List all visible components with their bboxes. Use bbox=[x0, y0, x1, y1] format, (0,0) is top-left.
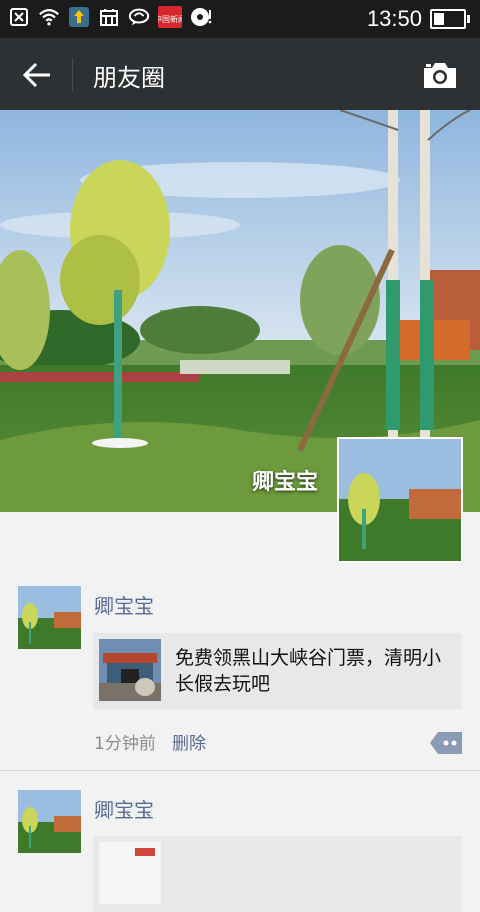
avatar[interactable] bbox=[18, 790, 81, 853]
battery-fill bbox=[434, 13, 444, 25]
post-author-name[interactable]: 卿宝宝 bbox=[94, 590, 154, 619]
post-author-name[interactable]: 卿宝宝 bbox=[94, 794, 154, 823]
back-arrow-icon[interactable] bbox=[20, 58, 54, 92]
shared-link-card[interactable]: 免费领黑山大峡谷门票，清明小长假去玩吧 bbox=[93, 633, 462, 709]
news-badge-text: 中国新闻 bbox=[158, 14, 182, 24]
shared-link-thumbnail bbox=[99, 842, 161, 904]
cover-avatar[interactable] bbox=[337, 437, 463, 563]
nav-separator bbox=[72, 58, 73, 92]
post-time: 1分钟前 bbox=[94, 734, 156, 754]
media-icon bbox=[190, 6, 212, 28]
news-app-icon: 中国新闻 bbox=[158, 6, 182, 28]
status-icons: 中国新闻 bbox=[8, 6, 212, 28]
app-update-icon bbox=[68, 6, 90, 28]
status-right: 13:50 bbox=[366, 6, 470, 32]
post-divider bbox=[0, 770, 480, 771]
shared-link-title: 免费领黑山大峡谷门票，清明小长假去玩吧 bbox=[175, 647, 442, 695]
wifi-icon bbox=[38, 6, 60, 28]
shared-link-thumbnail bbox=[99, 639, 161, 701]
status-time: 13:50 bbox=[366, 6, 422, 31]
shared-link-card[interactable] bbox=[93, 836, 462, 912]
nav-bar: 朋友圈 bbox=[0, 38, 480, 110]
delete-link[interactable]: 删除 bbox=[172, 729, 206, 754]
camera-icon[interactable] bbox=[422, 60, 458, 90]
cover-user-name: 卿宝宝 bbox=[251, 470, 318, 495]
battery-icon bbox=[430, 9, 470, 29]
page-title: 朋友圈 bbox=[93, 64, 165, 92]
calendar-icon bbox=[98, 6, 120, 28]
status-bar: 中国新闻 13:50 bbox=[0, 0, 480, 38]
comment-more-icon[interactable] bbox=[430, 732, 462, 754]
chat-icon bbox=[128, 6, 150, 28]
avatar[interactable] bbox=[18, 586, 81, 649]
notification-icon bbox=[8, 6, 30, 28]
